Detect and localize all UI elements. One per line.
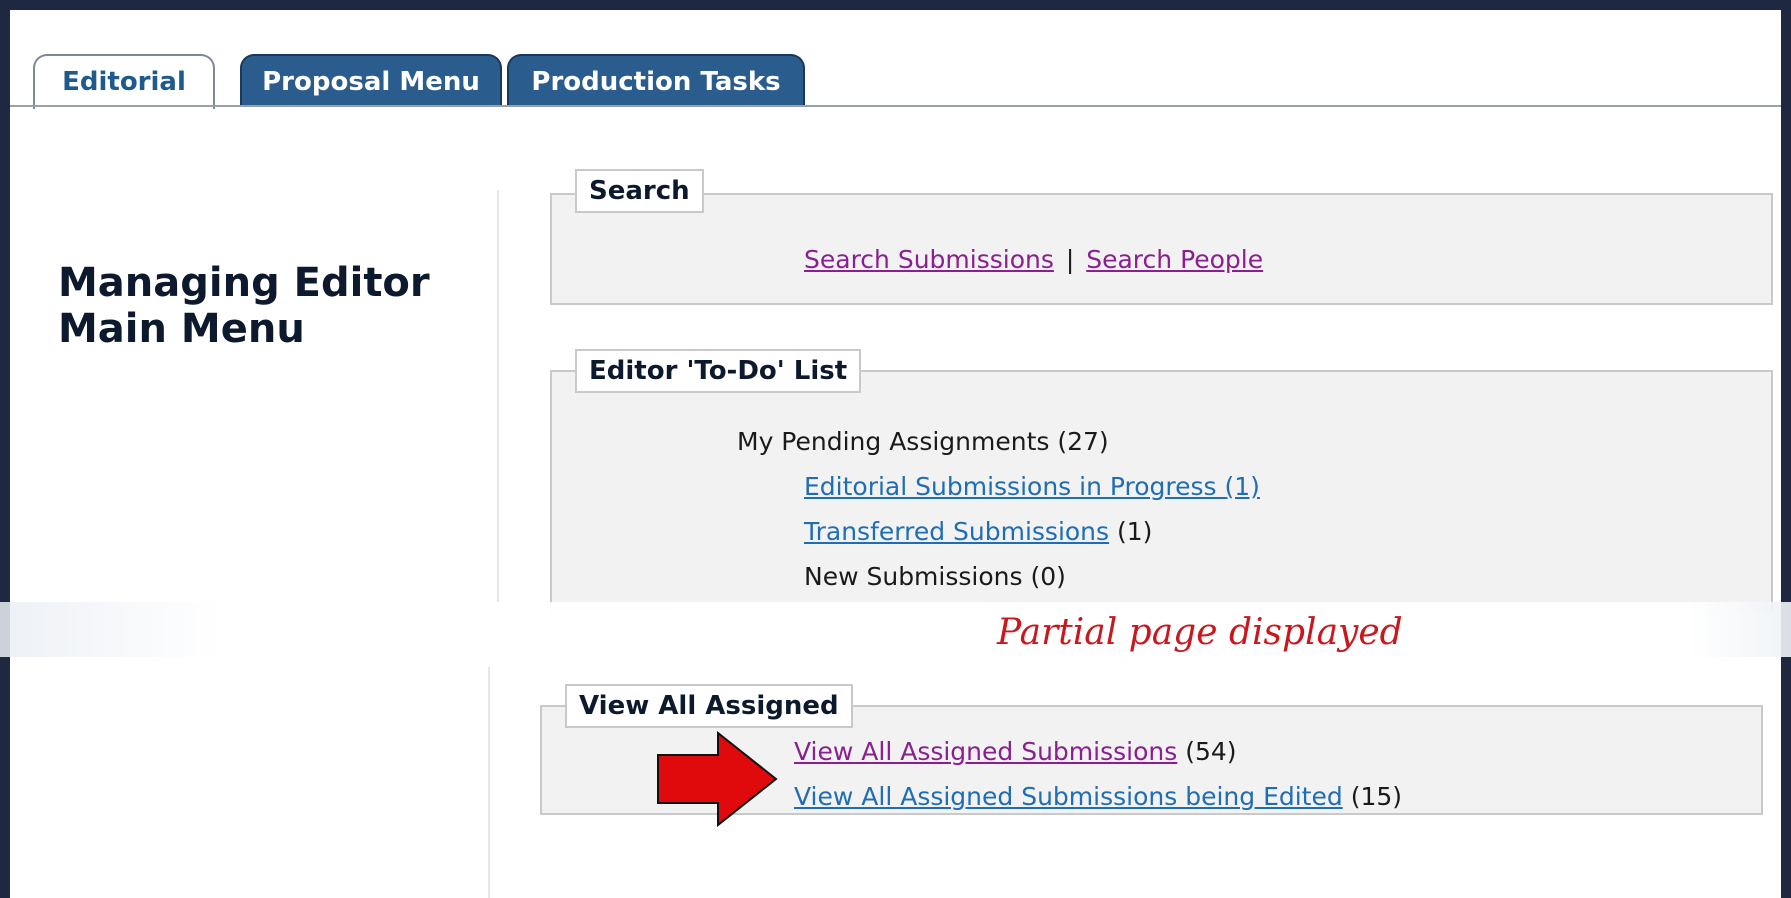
view-all-legend: View All Assigned — [565, 684, 853, 728]
tab-editorial[interactable]: Editorial — [33, 54, 215, 109]
view-all-item: View All Assigned Submissions (54) — [794, 737, 1237, 766]
transferred-count: (1) — [1117, 517, 1153, 546]
todo-legend: Editor 'To-Do' List — [575, 349, 862, 393]
page-title-line1: Managing Editor — [58, 260, 430, 306]
search-separator: | — [1065, 245, 1075, 274]
search-submissions-link[interactable]: Search Submissions — [804, 245, 1054, 274]
todo-item: Editorial Submissions in Progress (1) — [804, 472, 1260, 501]
todo-item: New Submissions (0) — [804, 562, 1066, 591]
column-divider-bottom — [488, 667, 490, 898]
tab-underline — [10, 105, 1781, 107]
editorial-in-progress-link[interactable]: Editorial Submissions in Progress (1) — [804, 472, 1260, 501]
view-all-assigned-link[interactable]: View All Assigned Submissions — [794, 737, 1177, 766]
pending-assignments-label: My Pending Assignments (27) — [737, 427, 1109, 456]
view-all-edited-link[interactable]: View All Assigned Submissions being Edit… — [794, 782, 1343, 811]
tab-production-tasks[interactable]: Production Tasks — [507, 54, 805, 106]
search-links: Search Submissions | Search People — [804, 245, 1263, 274]
page-frame: Editorial Proposal Menu Production Tasks… — [10, 10, 1781, 898]
view-all-edited-count: (15) — [1350, 782, 1403, 811]
page-title: Managing Editor Main Menu — [58, 260, 430, 352]
todo-section: My Pending Assignments (27) Editorial Su… — [550, 370, 1773, 612]
red-arrow-icon — [657, 731, 778, 827]
new-submissions-label: New Submissions (0) — [804, 562, 1066, 591]
todo-item: Transferred Submissions (1) — [804, 517, 1152, 546]
view-all-assigned-count: (54) — [1185, 737, 1237, 766]
search-people-link[interactable]: Search People — [1086, 245, 1263, 274]
search-legend: Search — [575, 169, 704, 213]
column-divider-top — [497, 190, 499, 610]
search-section: Search Submissions | Search People — [550, 193, 1773, 305]
view-all-item: View All Assigned Submissions being Edit… — [794, 782, 1402, 811]
transferred-submissions-link[interactable]: Transferred Submissions — [804, 517, 1109, 546]
partial-page-band — [0, 602, 1791, 657]
partial-page-note: Partial page displayed — [997, 612, 1403, 653]
tab-proposal-menu[interactable]: Proposal Menu — [240, 54, 502, 106]
page-title-line2: Main Menu — [58, 306, 305, 352]
